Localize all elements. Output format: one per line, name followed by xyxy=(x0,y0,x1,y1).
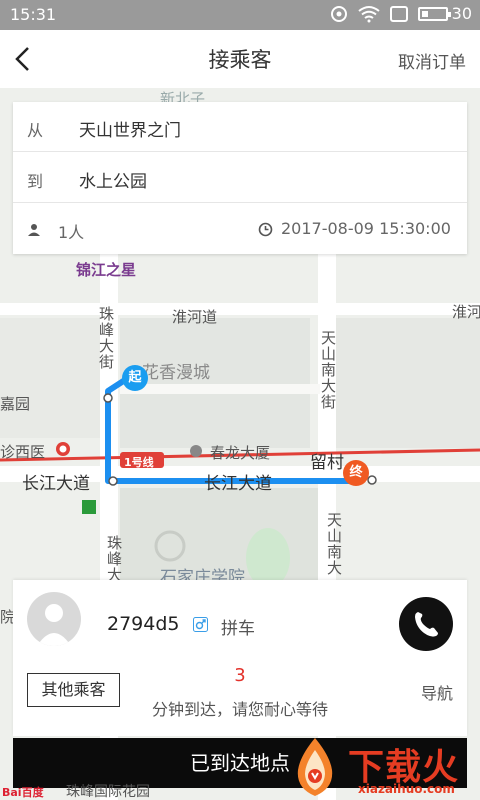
battery-percent: 30 xyxy=(451,4,472,23)
cancel-order-button[interactable]: 取消订单 xyxy=(398,48,466,73)
screen-icon xyxy=(389,5,408,22)
pickup-datetime: 2017-08-09 15:30:00 xyxy=(281,219,451,238)
call-button[interactable] xyxy=(399,597,453,651)
trip-card: 从 天山世界之门 到 水上公园 1人 2017-08-09 15:30:00 xyxy=(13,102,467,254)
app-header: 接乘客 取消订单 xyxy=(0,30,480,88)
map-label-changjiang-left: 长江大道 xyxy=(22,474,90,494)
eta-minutes: 3 xyxy=(234,665,246,686)
phone-icon xyxy=(415,612,438,637)
person-icon xyxy=(28,224,40,236)
battery: 30 xyxy=(417,4,472,23)
end-marker[interactable]: 终 xyxy=(343,460,369,486)
map-label-huaihe-right: 淮河 xyxy=(452,303,480,321)
start-marker[interactable]: 起 xyxy=(122,365,148,391)
map-label-chunlong: 春龙大厦 xyxy=(210,444,271,462)
map-label-bottom-road: 珠峰国际花园 xyxy=(66,784,150,800)
status-time: 15:31 xyxy=(10,5,57,24)
map-label-jiayuan: 嘉园 xyxy=(0,395,31,413)
map-label-metro-line: 1号线 xyxy=(124,456,154,469)
gender-male-icon xyxy=(193,617,208,632)
battery-level xyxy=(421,10,429,17)
clock-icon xyxy=(258,222,273,237)
notification-icon xyxy=(330,5,347,22)
to-label: 到 xyxy=(27,172,44,191)
status-bar: 15:31 30 xyxy=(0,0,480,30)
map-label-jinjiang: 锦江之星 xyxy=(76,261,137,279)
map-label-huaihe: 淮河道 xyxy=(172,308,218,326)
to-value: 水上公园 xyxy=(79,172,147,192)
passenger-panel: 2794d5 拼车 其他乘客 3 分钟到达，请您耐心等待 导航 xyxy=(13,580,467,736)
passenger-count: 1人 xyxy=(58,223,85,242)
map-label-zhufeng-top: 珠峰大街 xyxy=(97,306,115,370)
from-value: 天山世界之门 xyxy=(79,121,181,141)
map-label-liucun: 留村 xyxy=(310,453,344,473)
map-label-tianshan-bottom: 天山南大 xyxy=(325,512,343,576)
wifi-icon xyxy=(358,5,380,22)
eta-text: 分钟到达，请您耐心等待 xyxy=(151,700,328,719)
trip-info-row: 1人 2017-08-09 15:30:00 xyxy=(13,204,467,254)
status-icons: 30 xyxy=(330,4,472,23)
map-label-huaxiang: 花香漫城 xyxy=(142,363,210,383)
avatar xyxy=(27,592,81,646)
map-label-changjiang-right: 长江大道 xyxy=(204,474,272,494)
battery-icon xyxy=(417,6,451,21)
passenger-id: 2794d5 xyxy=(107,613,180,635)
trip-to-row[interactable]: 到 水上公园 xyxy=(13,153,467,203)
trip-from-row[interactable]: 从 天山世界之门 xyxy=(13,102,467,152)
map-label-zhenxiyi: 诊西医 xyxy=(0,443,46,461)
baidu-logo: Bai百度 xyxy=(2,786,44,799)
map-label-tianshan-top: 天山南大街 xyxy=(319,330,337,410)
from-label: 从 xyxy=(27,121,44,140)
carpool-tag: 拼车 xyxy=(221,619,255,639)
navigation-button[interactable]: 导航 xyxy=(421,680,453,704)
user-avatar-icon xyxy=(37,604,71,646)
map-label-zhufeng-bottom: 珠峰大 xyxy=(105,535,123,583)
